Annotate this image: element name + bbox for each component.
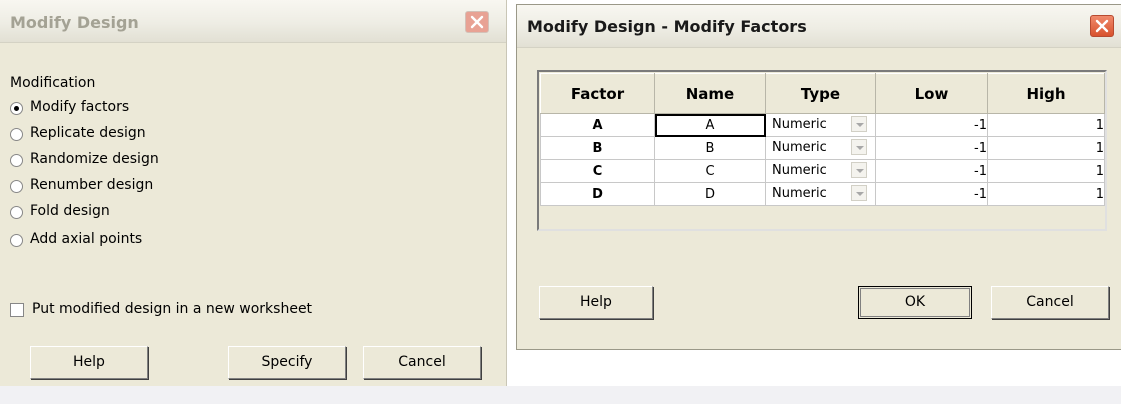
new-worksheet-label[interactable]: Put modified design in a new worksheet <box>32 301 312 317</box>
factor-cell: D <box>540 182 655 206</box>
radio-button[interactable] <box>10 234 23 247</box>
dialog-title: Modify Design <box>10 13 139 32</box>
low-cell[interactable]: -1 <box>875 113 988 137</box>
help-button[interactable]: Help <box>30 346 148 379</box>
dropdown-arrow-icon[interactable] <box>851 162 867 178</box>
high-cell[interactable]: 1 <box>987 113 1105 137</box>
title-bar[interactable]: Modify Design - Modify Factors <box>517 5 1121 48</box>
type-cell[interactable]: Numeric <box>765 159 876 183</box>
high-cell[interactable]: 1 <box>987 136 1105 160</box>
column-header-high: High <box>987 73 1105 114</box>
radio-selected-dot <box>14 106 19 111</box>
new-worksheet-checkbox[interactable] <box>10 303 24 317</box>
low-cell[interactable]: -1 <box>875 159 988 183</box>
modify-factors-dialog: Modify Design - Modify Factors Factor Na… <box>516 4 1121 350</box>
factor-cell: C <box>540 159 655 183</box>
close-button[interactable] <box>1090 15 1114 37</box>
type-value: Numeric <box>772 140 827 155</box>
cancel-button[interactable]: Cancel <box>363 346 481 379</box>
radio-label[interactable]: Fold design <box>30 203 110 219</box>
factor-cell: A <box>540 113 655 137</box>
background-strip <box>0 386 1121 404</box>
radio-button[interactable] <box>10 154 23 167</box>
radio-button[interactable] <box>10 128 23 141</box>
high-cell[interactable]: 1 <box>987 182 1105 206</box>
type-cell[interactable]: Numeric <box>765 182 876 206</box>
radio-button[interactable] <box>10 206 23 219</box>
name-cell[interactable]: C <box>654 159 766 183</box>
factors-grid: Factor Name Type Low High A A Numeric -1… <box>537 70 1107 231</box>
column-header-name: Name <box>654 73 766 114</box>
ok-button[interactable]: OK <box>858 286 972 319</box>
help-button[interactable]: Help <box>539 286 653 319</box>
name-cell[interactable]: A <box>654 113 766 137</box>
low-cell[interactable]: -1 <box>875 136 988 160</box>
high-cell[interactable]: 1 <box>987 159 1105 183</box>
radio-label[interactable]: Add axial points <box>30 231 142 247</box>
table-row: B B Numeric -1 1 <box>540 136 1105 160</box>
type-value: Numeric <box>772 186 827 201</box>
type-value: Numeric <box>772 163 827 178</box>
radio-label[interactable]: Randomize design <box>30 151 159 167</box>
table-row: C C Numeric -1 1 <box>540 159 1105 183</box>
low-cell[interactable]: -1 <box>875 182 988 206</box>
name-cell[interactable]: D <box>654 182 766 206</box>
type-cell[interactable]: Numeric <box>765 113 876 137</box>
radio-label[interactable]: Replicate design <box>30 125 146 141</box>
specify-button[interactable]: Specify <box>228 346 346 379</box>
type-value: Numeric <box>772 117 827 132</box>
type-cell[interactable]: Numeric <box>765 136 876 160</box>
dropdown-arrow-icon[interactable] <box>851 185 867 201</box>
table-row: D D Numeric -1 1 <box>540 182 1105 206</box>
radio-button[interactable] <box>10 102 23 115</box>
radio-label[interactable]: Modify factors <box>30 99 129 115</box>
column-header-factor: Factor <box>540 73 655 114</box>
radio-button[interactable] <box>10 180 23 193</box>
name-cell[interactable]: B <box>654 136 766 160</box>
dropdown-arrow-icon[interactable] <box>851 116 867 132</box>
radio-label[interactable]: Renumber design <box>30 177 153 193</box>
dialog-title: Modify Design - Modify Factors <box>527 17 807 36</box>
close-icon <box>1095 19 1109 33</box>
factors-table: Factor Name Type Low High A A Numeric -1… <box>540 73 1105 206</box>
cancel-button[interactable]: Cancel <box>991 286 1109 319</box>
close-icon <box>470 15 484 29</box>
table-row: A A Numeric -1 1 <box>540 113 1105 137</box>
column-header-type: Type <box>765 73 876 114</box>
modify-design-dialog: Modify Design Modification Modify factor… <box>0 0 507 404</box>
title-bar[interactable]: Modify Design <box>0 0 506 43</box>
factor-cell: B <box>540 136 655 160</box>
dropdown-arrow-icon[interactable] <box>851 139 867 155</box>
column-header-low: Low <box>875 73 988 114</box>
close-button[interactable] <box>465 11 489 33</box>
modification-group-label: Modification <box>10 75 96 91</box>
table-header-row: Factor Name Type Low High <box>540 73 1105 114</box>
